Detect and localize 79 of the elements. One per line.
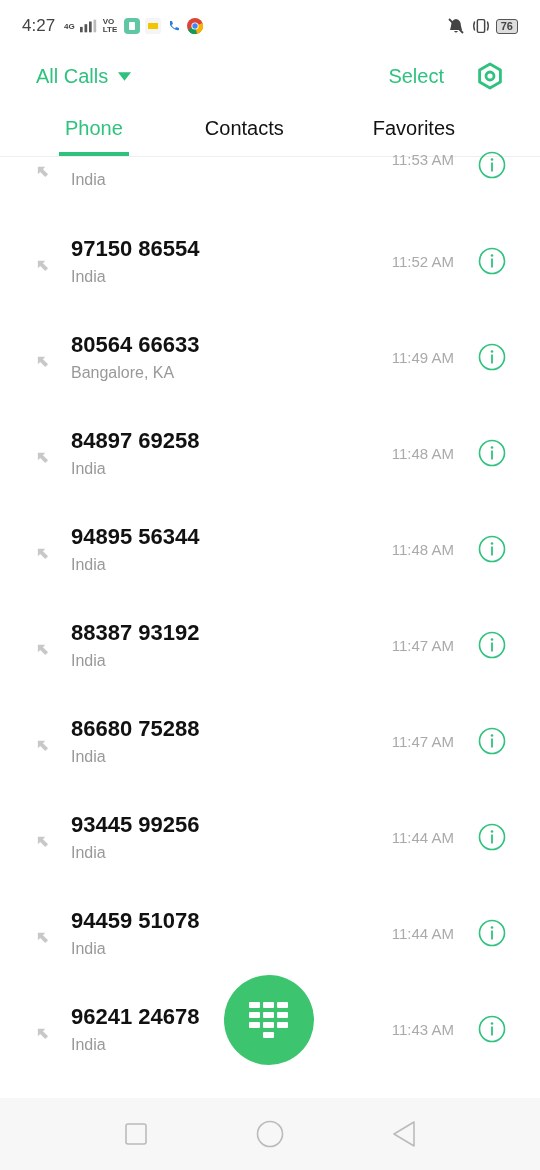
- phone-number: 96241 24678: [71, 1004, 200, 1030]
- call-location: India: [71, 748, 106, 766]
- info-button[interactable]: [478, 439, 506, 467]
- select-button[interactable]: Select: [388, 64, 444, 88]
- call-time: 11:48 AM: [391, 540, 454, 558]
- info-icon: [478, 919, 506, 947]
- info-button[interactable]: [478, 727, 506, 755]
- app-icon: [144, 18, 161, 34]
- volte-label: VO LTE: [102, 18, 119, 34]
- phone-number: 80564 66633: [71, 332, 200, 358]
- call-filter-dropdown[interactable]: All Calls: [36, 64, 132, 88]
- phone-number: 94459 51078: [71, 908, 200, 934]
- battery-level: 76: [495, 18, 518, 34]
- signal-icon: [79, 19, 98, 33]
- settings-button[interactable]: [476, 62, 504, 90]
- info-icon: [478, 727, 506, 755]
- phone-number: 93445 99256: [71, 812, 200, 838]
- info-button[interactable]: [478, 823, 506, 851]
- incoming-call-icon: [36, 165, 49, 178]
- call-time: 11:48 AM: [391, 444, 454, 462]
- call-location: India: [71, 844, 106, 862]
- info-icon: [478, 823, 506, 851]
- call-time: 11:47 AM: [391, 636, 454, 654]
- call-location: Bangalore, KA: [71, 364, 175, 382]
- call-time: 11:47 AM: [391, 732, 454, 750]
- vibrate-icon: [470, 17, 491, 35]
- back-button[interactable]: [392, 1121, 416, 1147]
- call-time: 11:44 AM: [391, 828, 454, 846]
- phone-number: 94895 56344: [71, 524, 200, 550]
- info-icon: [478, 1015, 506, 1043]
- info-button[interactable]: [478, 151, 506, 179]
- dialpad-icon: [249, 1002, 289, 1038]
- call-location: India: [71, 1036, 106, 1054]
- phone-number: 88387 93192: [71, 620, 200, 646]
- settings-icon: [476, 62, 504, 90]
- call-location: India: [71, 940, 106, 958]
- call-location: India: [71, 171, 106, 189]
- incoming-call-icon: [36, 642, 49, 656]
- network-type: 4G: [64, 21, 75, 31]
- info-icon: [478, 151, 506, 179]
- incoming-call-icon: [36, 354, 49, 368]
- info-button[interactable]: [478, 247, 506, 275]
- call-location: India: [71, 460, 106, 478]
- call-location: India: [71, 652, 106, 670]
- incoming-call-icon: [36, 1026, 49, 1040]
- info-button[interactable]: [478, 1015, 506, 1043]
- muted-bell-icon: [445, 17, 466, 35]
- info-icon: [478, 343, 506, 371]
- tab[interactable]: Phone: [59, 100, 129, 156]
- info-icon: [478, 631, 506, 659]
- incoming-call-icon: [36, 834, 49, 848]
- phone-number: 84897 69258: [71, 428, 200, 454]
- phone-number: 97150 86554: [71, 236, 200, 262]
- call-time: 11:44 AM: [391, 924, 454, 942]
- info-button[interactable]: [478, 535, 506, 563]
- call-location: India: [71, 268, 106, 286]
- info-icon: [478, 439, 506, 467]
- call-time: 11:52 AM: [391, 252, 454, 270]
- caret-icon: [118, 71, 132, 81]
- call-location: India: [71, 556, 106, 574]
- phone-number: 86680 75288: [71, 716, 200, 742]
- home-button[interactable]: [256, 1120, 284, 1148]
- info-button[interactable]: [478, 343, 506, 371]
- info-icon: [478, 247, 506, 275]
- app-icon: [123, 18, 140, 34]
- info-icon: [478, 535, 506, 563]
- call-time: 11:49 AM: [391, 348, 454, 366]
- incoming-call-icon: [36, 450, 49, 464]
- incoming-call-icon: [36, 738, 49, 752]
- call-time: 11:43 AM: [391, 1020, 454, 1038]
- tab[interactable]: Contacts: [198, 100, 290, 156]
- incoming-call-icon: [36, 930, 49, 944]
- browser-icon: [186, 18, 203, 34]
- info-button[interactable]: [478, 631, 506, 659]
- incoming-call-icon: [36, 546, 49, 560]
- info-button[interactable]: [478, 919, 506, 947]
- incoming-call-icon: [36, 258, 49, 272]
- recents-button[interactable]: [124, 1122, 148, 1146]
- status-time: 4:27: [22, 16, 56, 36]
